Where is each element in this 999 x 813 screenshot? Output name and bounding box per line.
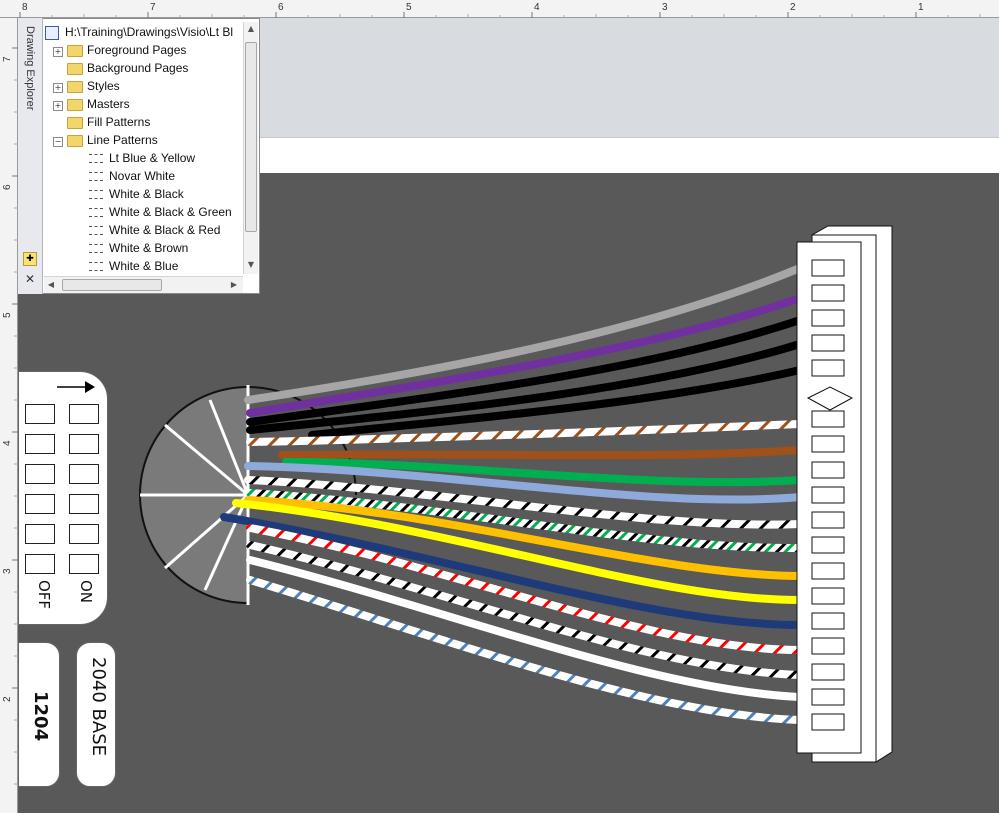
line-pattern-item[interactable]: White & Brown: [89, 239, 188, 257]
drawing-explorer-title: Drawing Explorer: [24, 26, 36, 111]
switch-on-2[interactable]: [69, 434, 99, 454]
off-label: OFF: [35, 580, 53, 610]
tree-root-label: H:\Training\Drawings\Visio\Lt Bl: [65, 25, 234, 39]
pushpin-icon[interactable]: ✚: [23, 252, 37, 266]
document-icon: [45, 25, 59, 40]
vertical-scroll-thumb[interactable]: [245, 42, 257, 232]
line-pattern-icon: [89, 244, 103, 254]
switch-off-6[interactable]: [25, 554, 55, 574]
expand-icon[interactable]: +: [53, 47, 63, 57]
wire-brown: [278, 446, 804, 460]
scroll-up-icon[interactable]: ▲: [244, 24, 258, 33]
switch-off-3[interactable]: [25, 464, 55, 484]
tree-item-masters[interactable]: Masters: [67, 95, 130, 113]
drawing-explorer-window[interactable]: H:\Training\Drawings\Visio\Lt Bl + Foreg…: [18, 18, 260, 294]
tree-root[interactable]: H:\Training\Drawings\Visio\Lt Bl: [45, 23, 233, 41]
switch-on-6[interactable]: [69, 554, 99, 574]
tree-item-label: Fill Patterns: [87, 115, 151, 129]
folder-icon: [67, 134, 83, 147]
line-pattern-item[interactable]: Novar White: [89, 167, 175, 185]
tree-item-background-pages[interactable]: Background Pages: [67, 59, 188, 77]
switch-on-1[interactable]: [69, 404, 99, 424]
on-label: ON: [77, 580, 95, 604]
folder-icon: [67, 62, 83, 75]
tree-item-line-patterns[interactable]: Line Patterns: [67, 131, 158, 149]
scroll-left-icon[interactable]: ◀: [44, 280, 58, 289]
line-pattern-item[interactable]: White & Black & Green: [89, 203, 232, 221]
tree-item-label: Styles: [87, 79, 120, 93]
line-pattern-icon: [89, 172, 103, 182]
tree-item-fill-patterns[interactable]: Fill Patterns: [67, 113, 150, 131]
terminal-block[interactable]: [796, 225, 893, 763]
switch-off-1[interactable]: [25, 404, 55, 424]
badge-2040-base-label: 2040 BASE: [88, 657, 109, 756]
line-pattern-label: Lt Blue & Yellow: [109, 151, 196, 165]
switch-off-4[interactable]: [25, 494, 55, 514]
folder-icon: [67, 116, 83, 129]
drawing-explorer-tab[interactable]: Drawing Explorer ✚ ✕: [18, 18, 43, 294]
line-pattern-item[interactable]: White & Black & Red: [89, 221, 220, 239]
tree-item-label: Foreground Pages: [87, 43, 187, 57]
scroll-down-icon[interactable]: ▼: [244, 260, 258, 269]
switch-off-5[interactable]: [25, 524, 55, 544]
line-pattern-icon: [89, 154, 103, 164]
expand-icon[interactable]: +: [53, 101, 63, 111]
badge-1204[interactable]: 1204: [18, 642, 60, 787]
switch-on-5[interactable]: [69, 524, 99, 544]
close-icon[interactable]: ✕: [25, 272, 35, 286]
switch-off-2[interactable]: [25, 434, 55, 454]
line-pattern-item[interactable]: White & Blue: [89, 257, 178, 275]
line-pattern-icon: [89, 208, 103, 218]
collapse-icon[interactable]: −: [53, 137, 63, 147]
tree-item-label: Line Patterns: [87, 133, 158, 147]
folder-icon: [67, 80, 83, 93]
horizontal-scroll-thumb[interactable]: [62, 279, 162, 291]
line-pattern-icon: [89, 262, 103, 272]
line-pattern-icon: [89, 190, 103, 200]
expand-icon[interactable]: +: [53, 83, 63, 93]
badge-2040-base[interactable]: 2040 BASE: [76, 642, 116, 787]
vertical-scrollbar[interactable]: ▲ ▼: [243, 22, 258, 274]
switch-on-4[interactable]: [69, 494, 99, 514]
dip-switch-panel[interactable]: OFF ON: [18, 371, 108, 625]
folder-icon: [67, 44, 83, 57]
tree-item-label: Background Pages: [87, 61, 189, 75]
line-pattern-icon: [89, 226, 103, 236]
line-pattern-label: White & Black & Green: [109, 205, 232, 219]
horizontal-scrollbar[interactable]: ◀ ▶: [44, 276, 243, 293]
wire-bundle: [220, 264, 804, 724]
explorer-tree[interactable]: H:\Training\Drawings\Visio\Lt Bl + Foreg…: [45, 21, 245, 277]
wire-white-black-2: [246, 541, 804, 679]
line-pattern-item[interactable]: White & Black: [89, 185, 184, 203]
line-pattern-label: White & Black: [109, 187, 184, 201]
line-pattern-label: White & Black & Red: [109, 223, 221, 237]
line-pattern-item[interactable]: Lt Blue & Yellow: [89, 149, 195, 167]
line-pattern-label: Novar White: [109, 169, 176, 183]
folder-icon: [67, 98, 83, 111]
badge-1204-label: 1204: [30, 691, 51, 742]
switch-on-3[interactable]: [69, 464, 99, 484]
line-pattern-label: White & Blue: [109, 259, 179, 273]
line-pattern-label: White & Brown: [109, 241, 189, 255]
tree-item-styles[interactable]: Styles: [67, 77, 120, 95]
tree-item-label: Masters: [87, 97, 130, 111]
tree-item-foreground-pages[interactable]: Foreground Pages: [67, 41, 186, 59]
scroll-right-icon[interactable]: ▶: [227, 280, 241, 289]
